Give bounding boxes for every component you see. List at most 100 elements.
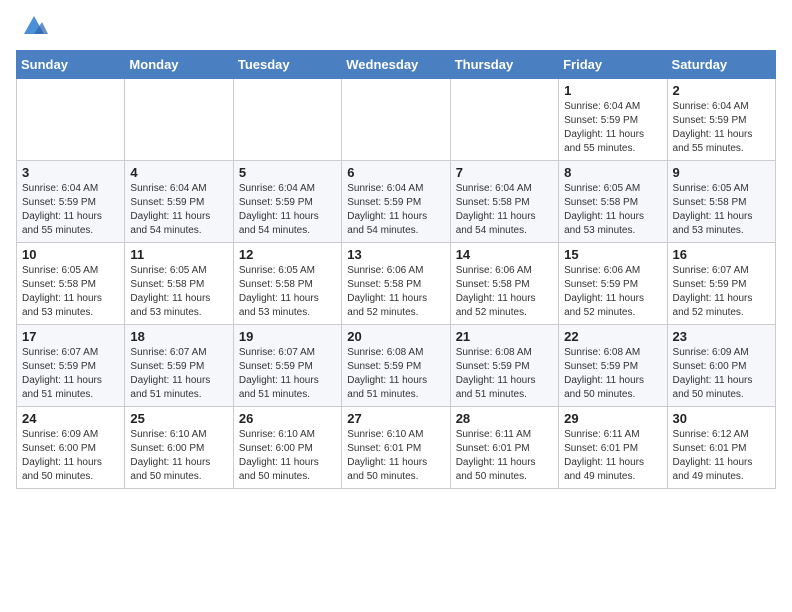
day-info: Sunrise: 6:04 AM Sunset: 5:59 PM Dayligh… (239, 182, 336, 238)
day-info: Sunrise: 6:07 AM Sunset: 5:59 PM Dayligh… (239, 346, 336, 402)
day-info: Sunrise: 6:05 AM Sunset: 5:58 PM Dayligh… (130, 264, 227, 320)
day-cell: 17 Sunrise: 6:07 AM Sunset: 5:59 PM Dayli… (17, 325, 125, 407)
day-cell (125, 79, 233, 161)
day-number: 21 (456, 329, 553, 344)
day-number: 11 (130, 247, 227, 262)
day-number: 18 (130, 329, 227, 344)
day-number: 14 (456, 247, 553, 262)
day-cell: 11 Sunrise: 6:05 AM Sunset: 5:58 PM Dayli… (125, 243, 233, 325)
day-cell: 22Sunrise: 6:08 AM Sunset: 5:59 PM Dayli… (559, 325, 667, 407)
day-cell: 19 Sunrise: 6:07 AM Sunset: 5:59 PM Dayli… (233, 325, 341, 407)
day-info: Sunrise: 6:05 AM Sunset: 5:58 PM Dayligh… (22, 264, 119, 320)
weekday-wednesday: Wednesday (342, 51, 450, 79)
day-cell: 16Sunrise: 6:07 AM Sunset: 5:59 PM Dayli… (667, 243, 775, 325)
day-cell (450, 79, 558, 161)
day-number: 26 (239, 411, 336, 426)
day-info: Sunrise: 6:06 AM Sunset: 5:58 PM Dayligh… (347, 264, 444, 320)
day-cell: 15 Sunrise: 6:06 AM Sunset: 5:59 PM Dayli… (559, 243, 667, 325)
week-row-2: 3 Sunrise: 6:04 AM Sunset: 5:59 PM Daylig… (17, 161, 776, 243)
day-info: Sunrise: 6:10 AM Sunset: 6:01 PM Dayligh… (347, 428, 444, 484)
logo-icon (20, 12, 48, 40)
day-cell: 1 Sunrise: 6:04 AM Sunset: 5:59 PM Daylig… (559, 79, 667, 161)
day-number: 1 (564, 83, 661, 98)
day-info: Sunrise: 6:11 AM Sunset: 6:01 PM Dayligh… (564, 428, 661, 484)
day-cell: 6 Sunrise: 6:04 AM Sunset: 5:59 PM Daylig… (342, 161, 450, 243)
day-number: 23 (673, 329, 770, 344)
day-number: 3 (22, 165, 119, 180)
day-info: Sunrise: 6:08 AM Sunset: 5:59 PM Dayligh… (564, 346, 661, 402)
day-cell: 24Sunrise: 6:09 AM Sunset: 6:00 PM Dayli… (17, 407, 125, 489)
weekday-header-row: SundayMondayTuesdayWednesdayThursdayFrid… (17, 51, 776, 79)
day-number: 5 (239, 165, 336, 180)
day-cell: 9 Sunrise: 6:05 AM Sunset: 5:58 PM Daylig… (667, 161, 775, 243)
day-cell: 7 Sunrise: 6:04 AM Sunset: 5:58 PM Daylig… (450, 161, 558, 243)
day-info: Sunrise: 6:04 AM Sunset: 5:58 PM Dayligh… (456, 182, 553, 238)
day-number: 15 (564, 247, 661, 262)
day-info: Sunrise: 6:07 AM Sunset: 5:59 PM Dayligh… (22, 346, 119, 402)
day-cell (17, 79, 125, 161)
day-number: 6 (347, 165, 444, 180)
day-cell: 27 Sunrise: 6:10 AM Sunset: 6:01 PM Dayli… (342, 407, 450, 489)
day-number: 8 (564, 165, 661, 180)
day-info: Sunrise: 6:07 AM Sunset: 5:59 PM Dayligh… (130, 346, 227, 402)
day-cell: 29 Sunrise: 6:11 AM Sunset: 6:01 PM Dayli… (559, 407, 667, 489)
day-number: 13 (347, 247, 444, 262)
day-cell: 12Sunrise: 6:05 AM Sunset: 5:58 PM Dayli… (233, 243, 341, 325)
day-cell: 26 Sunrise: 6:10 AM Sunset: 6:00 PM Dayli… (233, 407, 341, 489)
day-cell: 4 Sunrise: 6:04 AM Sunset: 5:59 PM Daylig… (125, 161, 233, 243)
logo (16, 16, 48, 40)
day-cell: 3 Sunrise: 6:04 AM Sunset: 5:59 PM Daylig… (17, 161, 125, 243)
day-cell: 8 Sunrise: 6:05 AM Sunset: 5:58 PM Daylig… (559, 161, 667, 243)
day-cell: 21 Sunrise: 6:08 AM Sunset: 5:59 PM Dayli… (450, 325, 558, 407)
day-info: Sunrise: 6:11 AM Sunset: 6:01 PM Dayligh… (456, 428, 553, 484)
week-row-4: 17 Sunrise: 6:07 AM Sunset: 5:59 PM Dayli… (17, 325, 776, 407)
weekday-thursday: Thursday (450, 51, 558, 79)
day-cell: 14Sunrise: 6:06 AM Sunset: 5:58 PM Dayli… (450, 243, 558, 325)
day-number: 30 (673, 411, 770, 426)
day-info: Sunrise: 6:05 AM Sunset: 5:58 PM Dayligh… (564, 182, 661, 238)
day-number: 27 (347, 411, 444, 426)
day-number: 19 (239, 329, 336, 344)
day-info: Sunrise: 6:09 AM Sunset: 6:00 PM Dayligh… (673, 346, 770, 402)
day-info: Sunrise: 6:04 AM Sunset: 5:59 PM Dayligh… (130, 182, 227, 238)
day-number: 17 (22, 329, 119, 344)
week-row-5: 24Sunrise: 6:09 AM Sunset: 6:00 PM Dayli… (17, 407, 776, 489)
day-info: Sunrise: 6:04 AM Sunset: 5:59 PM Dayligh… (673, 100, 770, 156)
day-info: Sunrise: 6:04 AM Sunset: 5:59 PM Dayligh… (22, 182, 119, 238)
day-cell: 30Sunrise: 6:12 AM Sunset: 6:01 PM Dayli… (667, 407, 775, 489)
day-info: Sunrise: 6:05 AM Sunset: 5:58 PM Dayligh… (673, 182, 770, 238)
day-info: Sunrise: 6:04 AM Sunset: 5:59 PM Dayligh… (564, 100, 661, 156)
day-info: Sunrise: 6:10 AM Sunset: 6:00 PM Dayligh… (239, 428, 336, 484)
day-number: 20 (347, 329, 444, 344)
weekday-monday: Monday (125, 51, 233, 79)
week-row-3: 10 Sunrise: 6:05 AM Sunset: 5:58 PM Dayli… (17, 243, 776, 325)
day-number: 29 (564, 411, 661, 426)
day-cell: 23 Sunrise: 6:09 AM Sunset: 6:00 PM Dayli… (667, 325, 775, 407)
page-header (16, 16, 776, 40)
weekday-friday: Friday (559, 51, 667, 79)
day-number: 16 (673, 247, 770, 262)
day-number: 28 (456, 411, 553, 426)
day-cell (342, 79, 450, 161)
weekday-sunday: Sunday (17, 51, 125, 79)
weekday-tuesday: Tuesday (233, 51, 341, 79)
calendar: SundayMondayTuesdayWednesdayThursdayFrid… (16, 50, 776, 489)
day-cell: 20 Sunrise: 6:08 AM Sunset: 5:59 PM Dayli… (342, 325, 450, 407)
day-info: Sunrise: 6:04 AM Sunset: 5:59 PM Dayligh… (347, 182, 444, 238)
day-info: Sunrise: 6:05 AM Sunset: 5:58 PM Dayligh… (239, 264, 336, 320)
day-number: 10 (22, 247, 119, 262)
day-info: Sunrise: 6:08 AM Sunset: 5:59 PM Dayligh… (347, 346, 444, 402)
day-number: 9 (673, 165, 770, 180)
day-number: 2 (673, 83, 770, 98)
day-info: Sunrise: 6:10 AM Sunset: 6:00 PM Dayligh… (130, 428, 227, 484)
day-cell: 28 Sunrise: 6:11 AM Sunset: 6:01 PM Dayli… (450, 407, 558, 489)
day-cell (233, 79, 341, 161)
day-number: 7 (456, 165, 553, 180)
day-cell: 25 Sunrise: 6:10 AM Sunset: 6:00 PM Dayli… (125, 407, 233, 489)
day-number: 4 (130, 165, 227, 180)
day-info: Sunrise: 6:08 AM Sunset: 5:59 PM Dayligh… (456, 346, 553, 402)
day-number: 24 (22, 411, 119, 426)
day-info: Sunrise: 6:06 AM Sunset: 5:59 PM Dayligh… (564, 264, 661, 320)
day-number: 25 (130, 411, 227, 426)
day-cell: 5 Sunrise: 6:04 AM Sunset: 5:59 PM Daylig… (233, 161, 341, 243)
